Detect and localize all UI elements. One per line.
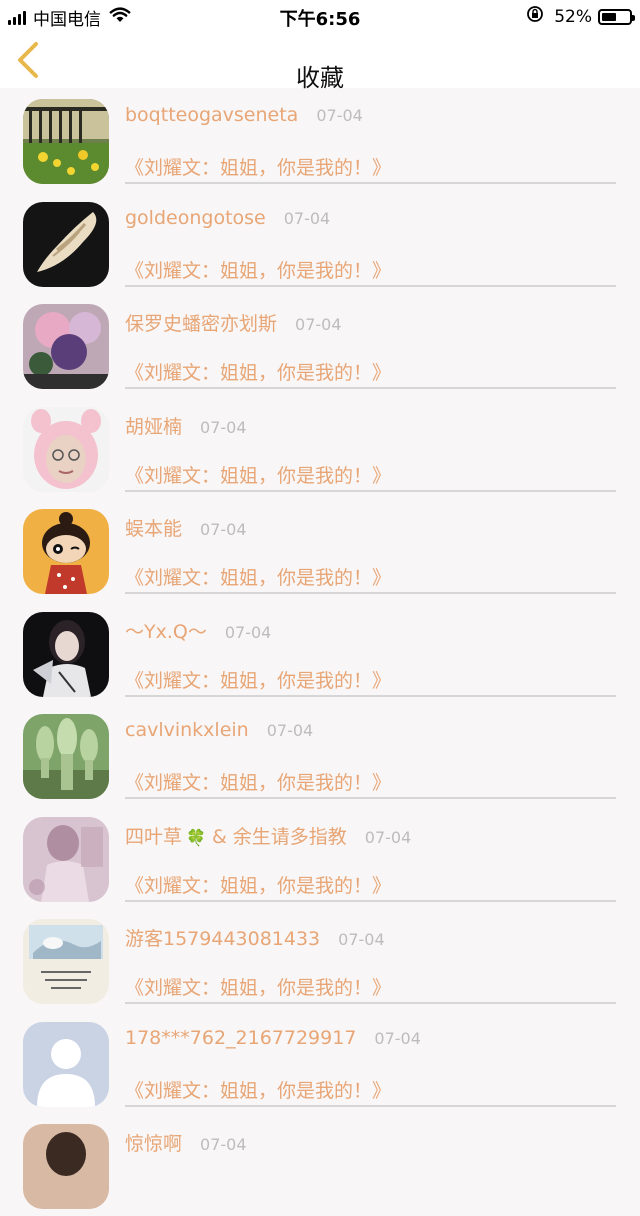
author-name: 游客1579443081433 (125, 928, 321, 950)
avatar (23, 406, 109, 492)
battery-icon (598, 8, 635, 25)
item-title[interactable]: 《刘耀文：姐姐，你是我的！》 (125, 461, 391, 488)
item-name: boqtteogavseneta 07-04 (125, 104, 363, 126)
favorites-list: boqtteogavseneta 07-04 《刘耀文：姐姐，你是我的！》 gol… (0, 88, 640, 1216)
author-name: boqtteogavseneta (125, 104, 299, 126)
item-title[interactable]: 《刘耀文：姐姐，你是我的！》 (125, 973, 391, 1000)
divider (125, 694, 616, 697)
list-item[interactable]: ～Yx.Q～ 07-04 《刘耀文：姐姐，你是我的！》 (0, 601, 640, 704)
author-name: 胡娅楠 (125, 415, 183, 438)
author-name: 蜈本能 (125, 518, 183, 540)
four-leaf-clover-icon: 🍀 (186, 827, 206, 847)
nav-bar: 收藏 (0, 32, 640, 92)
divider (125, 182, 616, 184)
item-title[interactable]: 《刘耀文：姐姐，你是我的！》 (125, 358, 391, 385)
item-date: 07-04 (200, 520, 247, 539)
divider (125, 489, 616, 492)
item-date: 07-04 (295, 315, 342, 334)
item-name: 蜈本能 07-04 (125, 514, 247, 541)
list-item[interactable]: cavlvinkxlein 07-04 《刘耀文：姐姐，你是我的！》 (0, 703, 640, 806)
battery-percent: 52% (554, 6, 592, 27)
avatar (23, 99, 109, 184)
item-title[interactable]: 《刘耀文：姐姐，你是我的！》 (125, 1076, 391, 1103)
divider (125, 1002, 616, 1004)
item-name: goldeongotose 07-04 (125, 207, 330, 229)
list-item[interactable]: 保罗史蟠密亦划斯 07-04 《刘耀文：姐姐，你是我的！》 (0, 293, 640, 396)
divider (125, 387, 616, 389)
divider (125, 592, 616, 594)
item-date: 07-04 (224, 622, 272, 642)
avatar (23, 611, 109, 697)
divider (125, 1104, 616, 1107)
item-title[interactable]: 《刘耀文：姐姐，你是我的！》 (125, 153, 391, 180)
item-name: cavlvinkxlein 07-04 (125, 719, 313, 741)
rotation-lock-icon (526, 5, 544, 28)
avatar (23, 714, 109, 799)
item-date: 07-04 (364, 827, 412, 847)
author-name-prefix: 四叶草 (125, 825, 183, 848)
item-title[interactable]: 《刘耀文：姐姐，你是我的！》 (125, 563, 391, 590)
default-avatar-icon (23, 1021, 109, 1107)
item-title[interactable]: 《刘耀文：姐姐，你是我的！》 (125, 871, 391, 898)
item-name: ～Yx.Q～ 07-04 (125, 617, 271, 644)
author-name: goldeongotose (125, 206, 266, 229)
item-date: 07-04 (338, 930, 385, 949)
item-date: 07-04 (316, 106, 363, 125)
item-date: 07-04 (200, 417, 247, 437)
list-item[interactable]: goldeongotose 07-04 《刘耀文：姐姐，你是我的！》 (0, 191, 640, 294)
avatar (23, 919, 109, 1004)
item-date: 07-04 (374, 1028, 421, 1048)
divider (125, 899, 616, 902)
list-item[interactable]: 惊惊啊 07-04 (0, 1113, 640, 1216)
item-date: 07-04 (266, 721, 314, 740)
author-name: 惊惊啊 (125, 1133, 183, 1155)
author-name: cavlvinkxlein (125, 719, 249, 741)
status-bar: 中国电信 下午6:56 52% (0, 0, 640, 32)
item-date: 07-04 (283, 208, 331, 228)
list-item[interactable]: 游客1579443081433 07-04 《刘耀文：姐姐，你是我的！》 (0, 908, 640, 1011)
avatar (23, 816, 109, 902)
list-item[interactable]: 四叶草 🍀 & 余生请多指教 07-04 《刘耀文：姐姐，你是我的！》 (0, 806, 640, 909)
divider (125, 797, 616, 799)
avatar (23, 509, 109, 594)
list-item[interactable]: boqtteogavseneta 07-04 《刘耀文：姐姐，你是我的！》 (0, 88, 640, 191)
item-name: 惊惊啊 07-04 (125, 1129, 247, 1156)
item-title[interactable]: 《刘耀文：姐姐，你是我的！》 (125, 666, 391, 693)
avatar (23, 201, 109, 287)
avatar (23, 1021, 109, 1107)
item-name: 胡娅楠 07-04 (125, 412, 247, 439)
item-title[interactable]: 《刘耀文：姐姐，你是我的！》 (125, 768, 391, 795)
author-name-suffix: & 余生请多指教 (211, 825, 347, 848)
author-name: 178***762_2167729917 (125, 1026, 357, 1049)
author-name: 保罗史蟠密亦划斯 (125, 313, 278, 335)
list-item[interactable]: 178***762_2167729917 07-04 《刘耀文：姐姐，你是我的！》 (0, 1011, 640, 1114)
avatar (23, 304, 109, 389)
divider (125, 284, 616, 287)
battery-fill (602, 12, 616, 21)
item-name: 保罗史蟠密亦划斯 07-04 (125, 309, 342, 336)
list-item[interactable]: 胡娅楠 07-04 《刘耀文：姐姐，你是我的！》 (0, 396, 640, 499)
item-name: 178***762_2167729917 07-04 (125, 1027, 421, 1049)
item-name: 四叶草 🍀 & 余生请多指教 07-04 (125, 822, 411, 849)
item-title[interactable]: 《刘耀文：姐姐，你是我的！》 (125, 256, 391, 283)
avatar (23, 1124, 109, 1209)
author-name: ～Yx.Q～ (125, 620, 207, 643)
item-name: 游客1579443081433 07-04 (125, 924, 385, 951)
status-right: 52% (526, 5, 635, 28)
list-item[interactable]: 蜈本能 07-04 《刘耀文：姐姐，你是我的！》 (0, 498, 640, 601)
